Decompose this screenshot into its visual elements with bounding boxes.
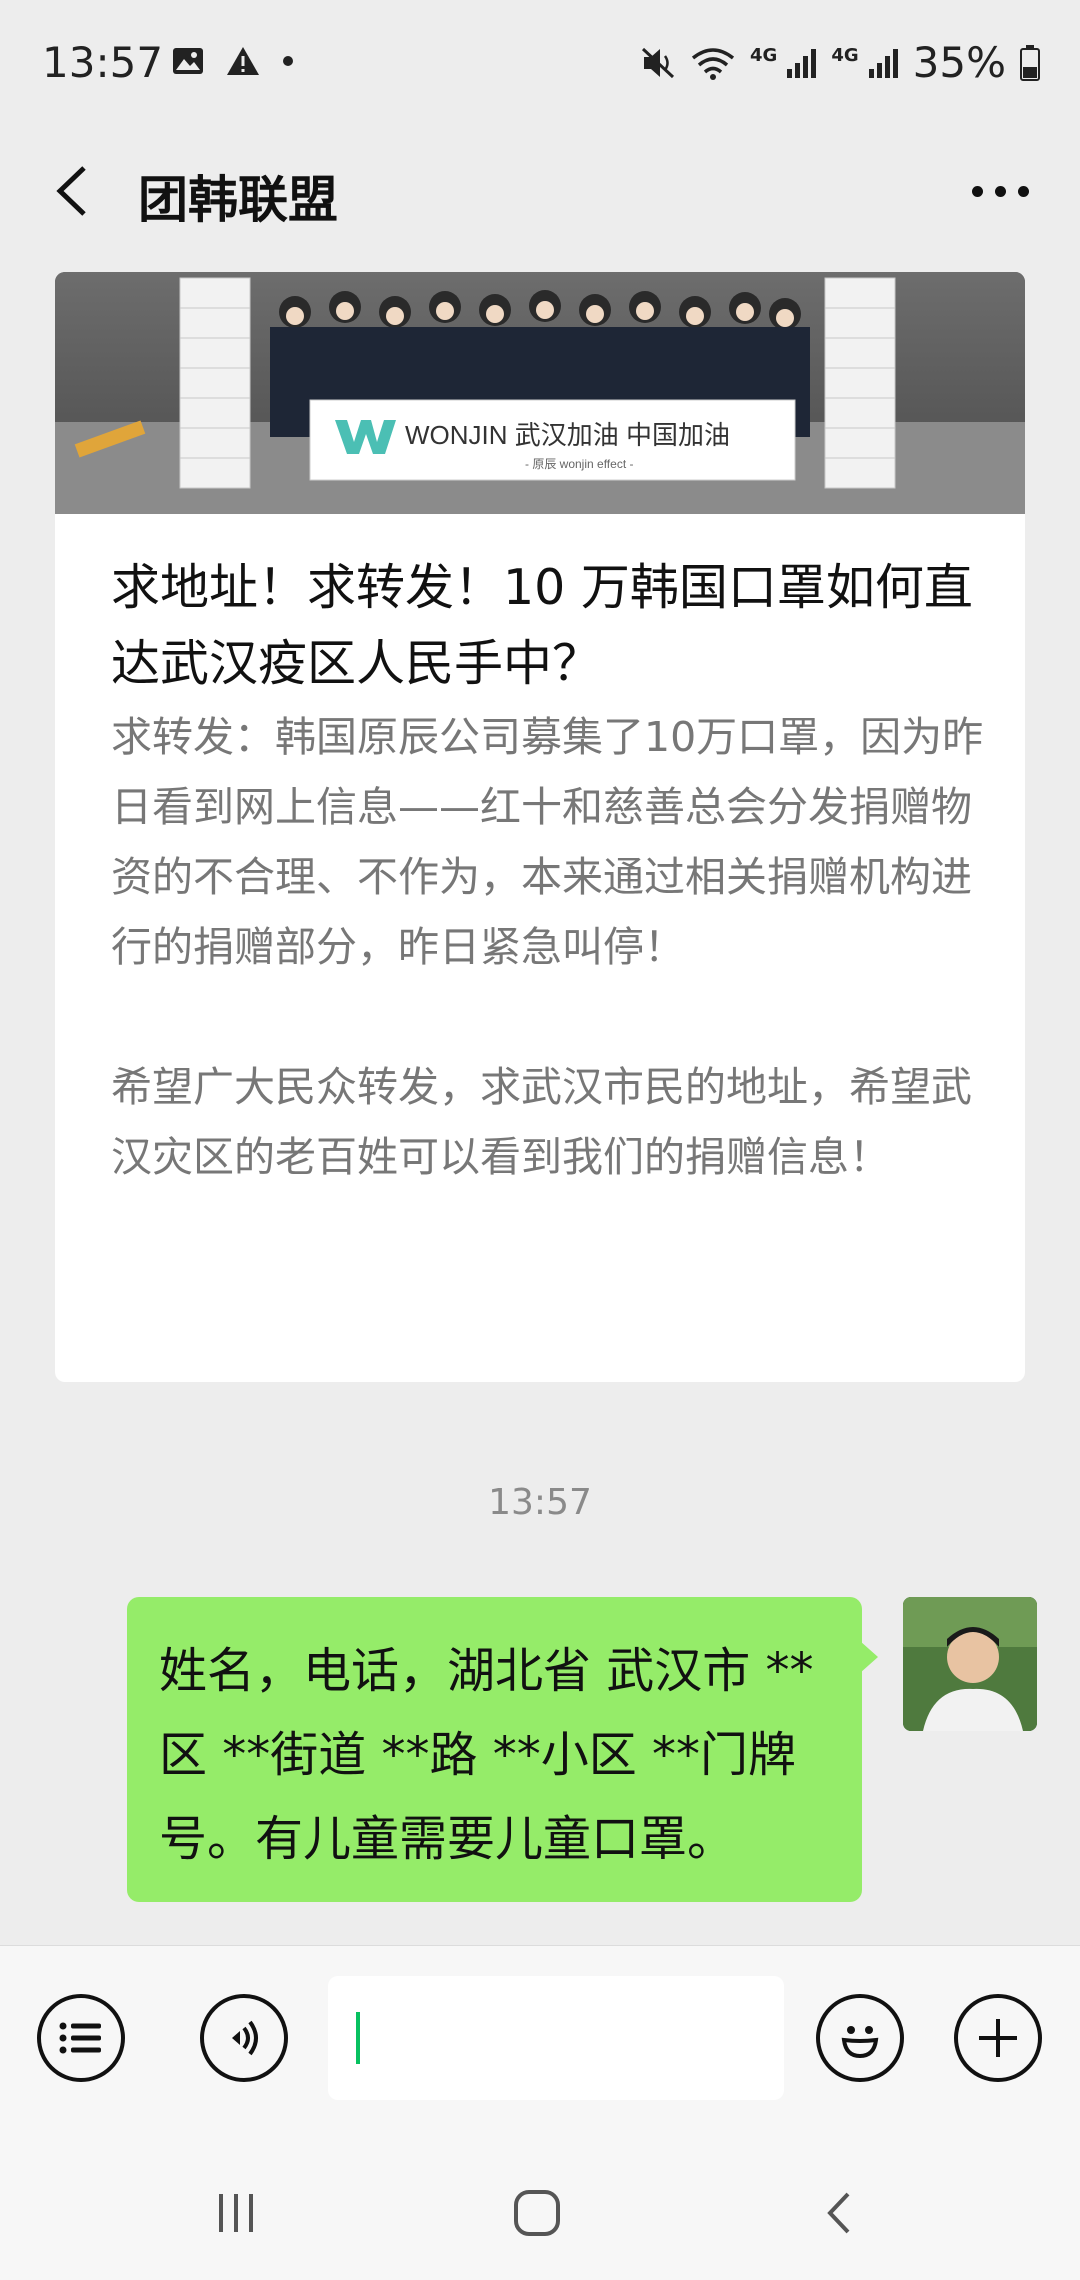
voice-icon: [232, 2020, 258, 2056]
article-summary-paragraph-1: 求转发：韩国原辰公司募集了10万口罩，因为昨日看到网上信息——红十和慈善总会分发…: [111, 713, 984, 971]
back-icon: [827, 2192, 850, 2234]
article-title: 求地址！求转发！10 万韩国口罩如何直达武汉疫区人民手中？: [111, 559, 973, 692]
signal-icon: [868, 48, 898, 78]
input-bar: [0, 1945, 1080, 2131]
message-text: 姓名，电话，湖北省 武汉市 **区 **街道 **路 **小区 **门牌号。有儿…: [159, 1643, 814, 1867]
article-image: WONJIN 武汉加油 中国加油 - 原辰 wonjin effect -: [55, 272, 1025, 514]
battery-icon: [1020, 44, 1040, 81]
network-type-label-1: 4G: [750, 45, 778, 66]
status-bar: 13:57 4G 4G 35%: [0, 0, 1080, 130]
more-button[interactable]: [960, 156, 1040, 226]
menu-button[interactable]: [37, 1994, 125, 2082]
mute-icon: [641, 47, 675, 78]
wifi-icon: [691, 47, 735, 80]
plus-button[interactable]: [954, 1994, 1042, 2082]
article-summary-paragraph-2: 希望广大民众转发，求武汉市民的地址，希望武汉灾区的老百姓可以看到我们的捐赠信息！: [111, 1063, 972, 1181]
article-photo: WONJIN 武汉加油 中国加油 - 原辰 wonjin effect -: [55, 272, 1025, 514]
back-button[interactable]: [46, 156, 106, 226]
network-type-label-2: 4G: [831, 45, 859, 66]
home-button[interactable]: [497, 2178, 577, 2248]
image-icon: [173, 48, 203, 74]
home-icon: [514, 2190, 560, 2236]
warning-icon: [227, 47, 259, 75]
avatar[interactable]: [903, 1597, 1037, 1731]
more-icon: [971, 185, 983, 197]
plus-icon: [979, 2019, 1017, 2057]
message-input[interactable]: [328, 1976, 784, 2100]
recent-apps-button[interactable]: [196, 2178, 276, 2248]
article-card[interactable]: WONJIN 武汉加油 中国加油 - 原辰 wonjin effect - 求地…: [55, 272, 1025, 1382]
nav-back-button[interactable]: [800, 2178, 880, 2248]
bubble-tail: [860, 1641, 878, 1673]
emoji-button[interactable]: [816, 1994, 904, 2082]
menu-list-icon: [59, 2022, 101, 2054]
recent-apps-icon: [219, 2194, 253, 2232]
chat-title: 团韩联盟: [138, 171, 338, 229]
battery-percentage: 35%: [912, 38, 1006, 87]
article-summary: 求转发：韩国原辰公司募集了10万口罩，因为昨日看到网上信息——红十和慈善总会分发…: [111, 702, 1001, 1262]
chat-header: 团韩联盟: [0, 130, 1080, 250]
banner-text: WONJIN 武汉加油 中国加油: [405, 420, 730, 450]
banner-subtext: - 原辰 wonjin effect -: [525, 457, 633, 471]
message-bubble[interactable]: 姓名，电话，湖北省 武汉市 **区 **街道 **路 **小区 **门牌号。有儿…: [127, 1597, 878, 1902]
voice-button[interactable]: [200, 1994, 288, 2082]
status-time: 13:57: [42, 38, 164, 87]
status-left-icons: [172, 46, 294, 76]
chevron-left-icon: [56, 166, 86, 216]
status-right-icons: 4G 4G 35%: [640, 38, 1040, 87]
text-caret: [356, 2012, 360, 2064]
emoji-icon: [841, 2026, 879, 2059]
signal-icon: [787, 48, 817, 78]
system-nav-bar: [0, 2130, 1080, 2280]
message-timestamp: 13:57: [488, 1482, 592, 1523]
dot-icon: [283, 56, 293, 66]
avatar-photo: [903, 1597, 1037, 1731]
